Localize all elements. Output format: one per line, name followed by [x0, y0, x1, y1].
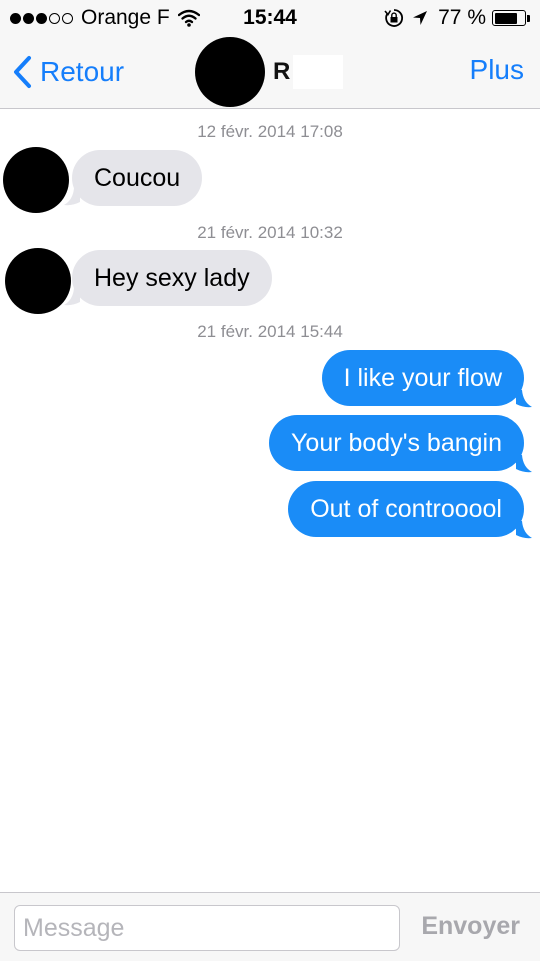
incoming-message-bubble[interactable]: Coucou	[72, 150, 203, 206]
contact-name[interactable]: R	[273, 58, 290, 86]
back-button[interactable]: Retour	[12, 52, 124, 92]
navigation-bar: Retour R Plus	[0, 36, 540, 109]
battery-icon	[492, 10, 530, 26]
outgoing-bubble-tail	[516, 521, 532, 539]
outgoing-message-bubble[interactable]: Your body's bangin	[269, 415, 524, 471]
more-button[interactable]: Plus	[470, 54, 524, 86]
timestamp: 12 févr. 2014 17:08	[197, 122, 343, 141]
rotation-lock-icon	[384, 9, 404, 27]
back-button-label: Retour	[40, 56, 125, 87]
status-right: 77 %	[384, 6, 530, 30]
timestamp: 21 févr. 2014 15:44	[197, 322, 343, 341]
location-arrow-icon	[413, 11, 428, 25]
outgoing-message-bubble[interactable]: Out of controoool	[288, 481, 524, 537]
contact-avatar[interactable]	[195, 37, 265, 107]
chevron-left-icon	[14, 56, 31, 88]
outgoing-bubble-tail	[516, 390, 532, 408]
outgoing-message-bubble[interactable]: I like your flow	[321, 350, 524, 406]
outgoing-bubble-tail	[516, 455, 532, 473]
send-button[interactable]: Envoyer	[421, 912, 520, 941]
message-input[interactable]	[14, 905, 400, 951]
compose-bar: Envoyer	[0, 892, 540, 961]
battery-percentage: 77 %	[438, 6, 486, 29]
timestamp: 21 févr. 2014 10:32	[197, 223, 343, 242]
incoming-message-bubble[interactable]: Hey sexy lady	[72, 250, 272, 306]
redaction-box	[293, 55, 343, 89]
sender-avatar	[3, 147, 69, 213]
sender-avatar	[5, 248, 71, 314]
status-bar: Orange F 15:44 77 %	[0, 0, 540, 36]
